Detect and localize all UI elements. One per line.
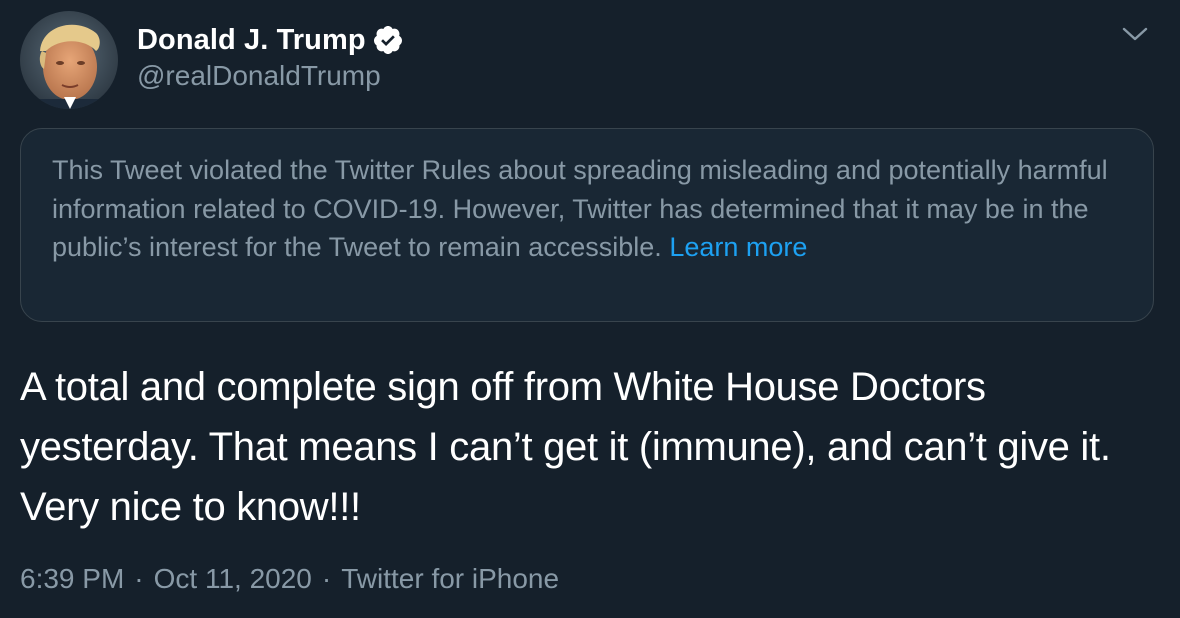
meta-separator: ·: [134, 563, 144, 594]
tweet-card: Donald J. Trump @realDonaldTrump This Tw…: [0, 0, 1180, 618]
name-row: Donald J. Trump: [137, 22, 404, 58]
misleading-info-notice: This Tweet violated the Twitter Rules ab…: [20, 128, 1154, 322]
author-block: Donald J. Trump @realDonaldTrump: [137, 22, 404, 92]
tweet-meta: 6:39 PM · Oct 11, 2020 · Twitter for iPh…: [20, 563, 559, 595]
handle[interactable]: @realDonaldTrump: [137, 60, 404, 92]
avatar-image: [20, 11, 118, 109]
tweet-date[interactable]: Oct 11, 2020: [154, 563, 312, 595]
tweet-text: A total and complete sign off from White…: [20, 365, 1111, 529]
tweet-time[interactable]: 6:39 PM: [20, 563, 124, 595]
notice-text-block: This Tweet violated the Twitter Rules ab…: [52, 151, 1123, 267]
notice-text: This Tweet violated the Twitter Rules ab…: [52, 155, 1108, 262]
chevron-down-icon[interactable]: [1120, 22, 1150, 46]
display-name[interactable]: Donald J. Trump: [137, 24, 366, 57]
verified-badge-icon: [372, 24, 404, 56]
avatar[interactable]: [20, 11, 118, 109]
learn-more-link[interactable]: Learn more: [669, 232, 807, 262]
meta-separator: ·: [321, 563, 332, 594]
tweet-source[interactable]: Twitter for iPhone: [341, 563, 559, 595]
